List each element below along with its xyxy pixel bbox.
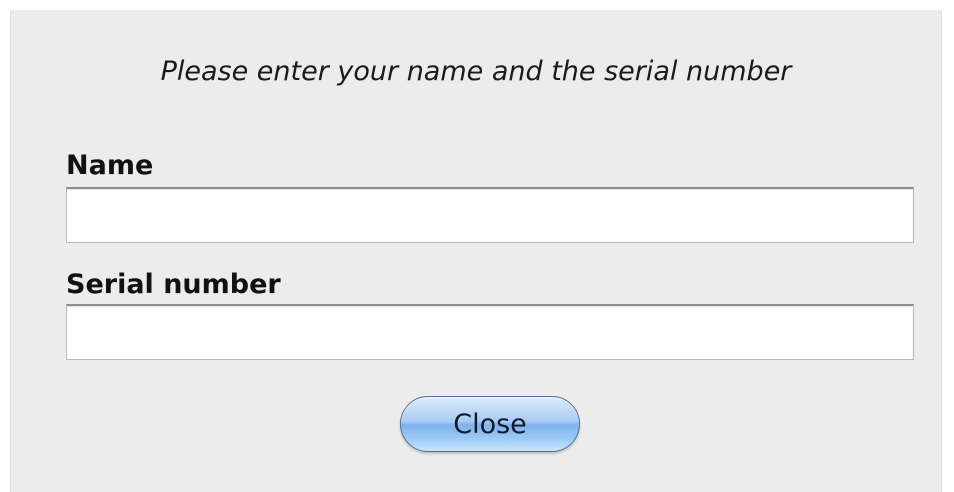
name-label: Name xyxy=(66,150,154,181)
dialog-prompt: Please enter your name and the serial nu… xyxy=(160,56,792,87)
serial-number-label: Serial number xyxy=(66,269,281,300)
close-button[interactable]: Close xyxy=(400,396,580,452)
registration-dialog: Please enter your name and the serial nu… xyxy=(10,10,942,492)
serial-number-input[interactable] xyxy=(66,304,914,360)
name-input[interactable] xyxy=(66,187,914,243)
